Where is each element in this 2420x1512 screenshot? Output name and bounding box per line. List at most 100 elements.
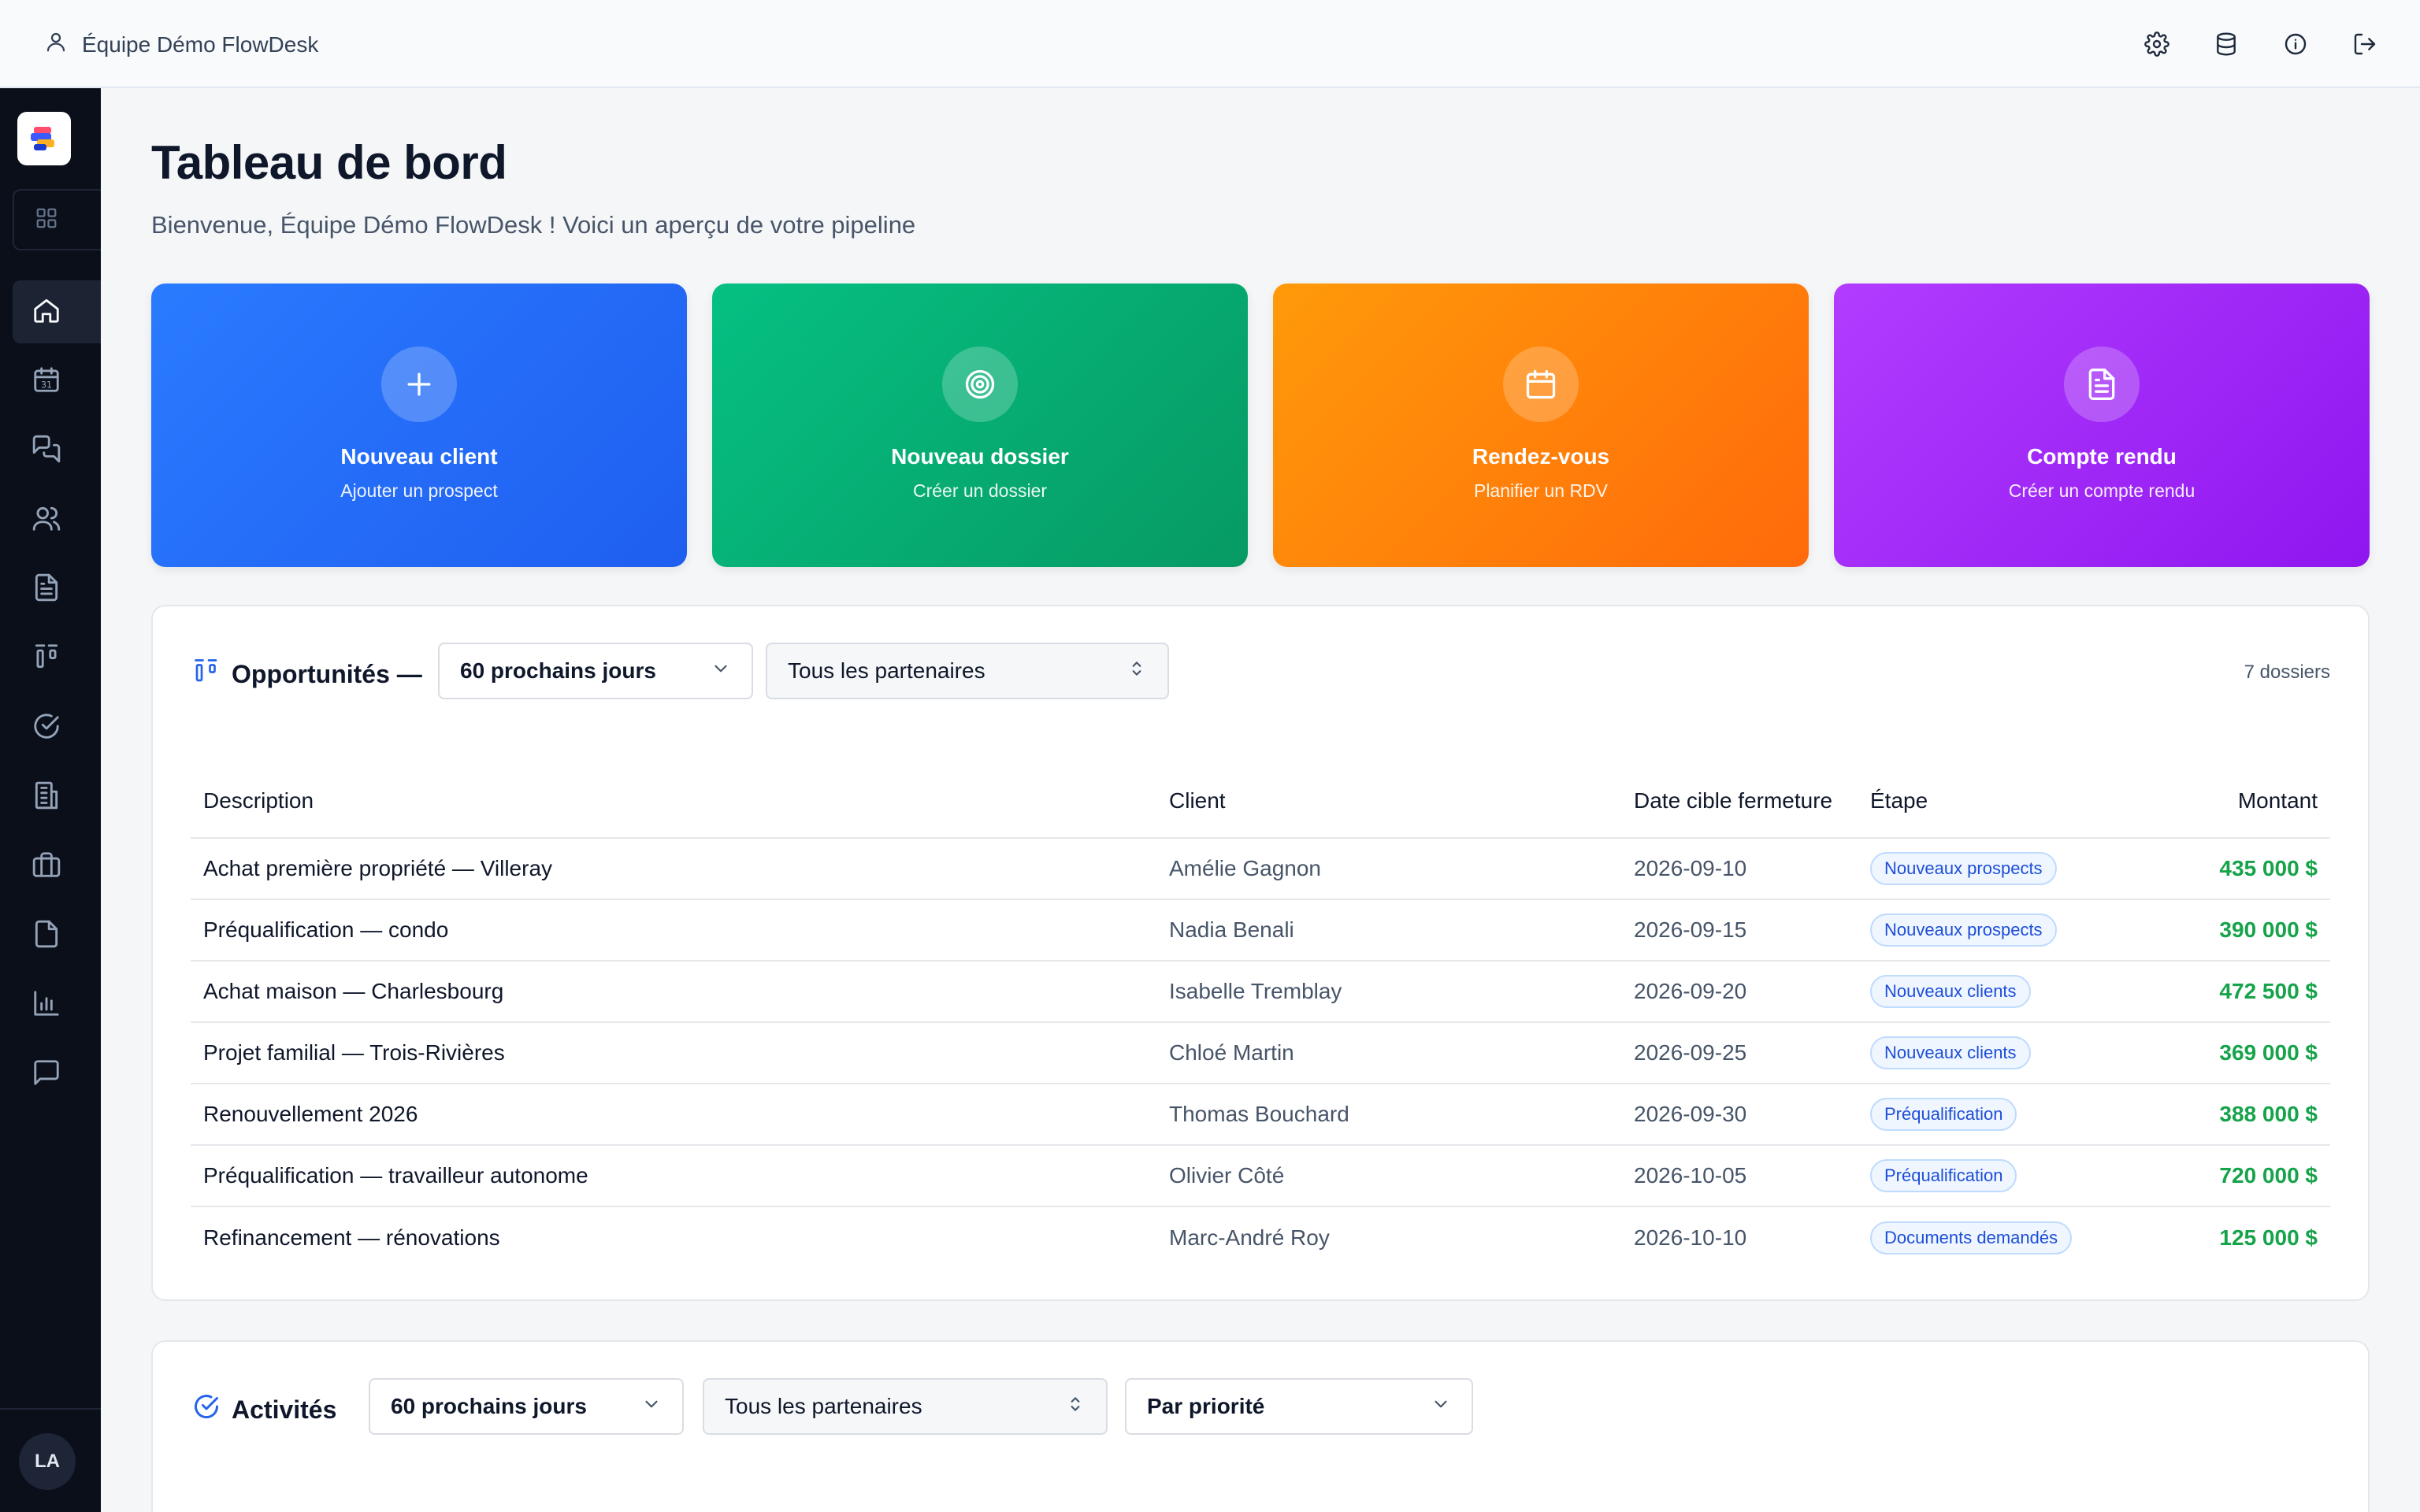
apps-grid-button[interactable] <box>13 189 101 250</box>
app-logo[interactable] <box>17 112 71 165</box>
nav-messages[interactable] <box>13 1043 101 1106</box>
date-cell: 2026-10-10 <box>1634 1225 1747 1250</box>
database-icon[interactable] <box>2207 25 2245 63</box>
column-header[interactable]: Montant <box>2157 764 2330 839</box>
bar-chart-icon <box>32 988 61 1022</box>
briefcase-icon <box>32 850 61 884</box>
table-row[interactable]: Renouvellement 2026 Thomas Bouchard 2026… <box>191 1084 2330 1146</box>
sidebar: 31 LA <box>0 88 101 1512</box>
chat-icon <box>32 434 61 468</box>
nav-conversations[interactable] <box>13 419 101 482</box>
dossier-count: 7 dossiers <box>2244 662 2330 683</box>
description-cell: Achat première propriété — Villeray <box>191 838 1156 900</box>
opportunities-period-select[interactable]: 60 prochains jours <box>438 643 753 699</box>
table-row[interactable]: Projet familial — Trois-Rivières Chloé M… <box>191 1022 2330 1084</box>
nav-partners[interactable] <box>13 765 101 828</box>
amount-cell: 720 000 $ <box>2157 1145 2330 1207</box>
stage-badge: Nouveaux clients <box>1870 975 2031 1008</box>
new-client-card[interactable]: Nouveau client Ajouter un prospect <box>151 284 687 567</box>
gear-icon[interactable] <box>2138 25 2176 63</box>
calendar-icon <box>1503 346 1579 422</box>
chevron-up-down-icon <box>1065 1394 1086 1420</box>
table-row[interactable]: Achat maison — Charlesbourg Isabelle Tre… <box>191 961 2330 1023</box>
calendar-icon: 31 <box>32 365 61 398</box>
table-row[interactable]: Achat première propriété — Villeray Amél… <box>191 838 2330 900</box>
date-cell: 2026-10-05 <box>1621 1145 1858 1207</box>
info-icon[interactable] <box>2277 25 2314 63</box>
nav-pipeline[interactable] <box>13 627 101 690</box>
building-icon <box>32 780 61 814</box>
column-header[interactable]: Description <box>191 764 1156 839</box>
amount-cell: 435 000 $ <box>2157 838 2330 900</box>
nav-clients[interactable] <box>13 488 101 551</box>
stage-badge: Préqualification <box>1870 1159 2017 1192</box>
logout-icon[interactable] <box>2346 25 2384 63</box>
kanban-icon <box>192 657 221 691</box>
date-cell: 2026-09-10 <box>1621 838 1858 900</box>
table-row[interactable]: Refinancement — rénovations Marc-André R… <box>191 1206 2330 1268</box>
column-header[interactable]: Date cible fermeture <box>1621 764 1858 839</box>
team-indicator[interactable]: Équipe Démo FlowDesk <box>44 30 318 59</box>
plus-icon <box>381 346 457 422</box>
client-cell: Amélie Gagnon <box>1156 838 1621 900</box>
amount-cell: 390 000 $ <box>2157 899 2330 962</box>
target-icon <box>942 346 1018 422</box>
description-cell: Préqualification — condo <box>191 899 1156 962</box>
opportunities-partners-select[interactable]: Tous les partenaires <box>766 643 1169 699</box>
card-subtitle: Créer un dossier <box>912 480 1048 501</box>
stage-cell: Nouveaux prospects <box>1858 838 2157 900</box>
page-title: Tableau de bord <box>151 136 507 189</box>
card-title: Rendez-vous <box>1472 444 1610 469</box>
select-value: Tous les partenaires <box>788 658 985 683</box>
nav-calendar[interactable]: 31 <box>13 350 101 413</box>
activities-title: Activités <box>232 1395 337 1424</box>
stage-cell: Documents demandés <box>1858 1206 2157 1268</box>
column-header[interactable]: Client <box>1156 764 1621 839</box>
kanban-icon <box>32 642 61 676</box>
client-cell: Marc-André Roy <box>1169 1225 1330 1250</box>
nav-notes[interactable] <box>13 904 101 967</box>
stage-cell: Nouveaux clients <box>1858 1022 2157 1084</box>
select-value: 60 prochains jours <box>460 658 656 683</box>
users-icon <box>32 503 61 537</box>
date-cell: 2026-09-25 <box>1621 1022 1858 1084</box>
activities-sort-select[interactable]: Par priorité <box>1125 1378 1473 1435</box>
nav-documents[interactable] <box>13 558 101 621</box>
date-cell: 2026-09-30 <box>1621 1084 1858 1146</box>
sidebar-footer: LA <box>0 1408 101 1512</box>
nav-portfolio[interactable] <box>13 835 101 898</box>
stage-cell: Nouveaux clients <box>1858 961 2157 1023</box>
avatar[interactable]: LA <box>19 1433 76 1490</box>
message-icon <box>32 1058 61 1091</box>
stage-badge: Nouveaux clients <box>1870 1036 2031 1069</box>
table-row[interactable]: Préqualification — condo Nadia Benali 20… <box>191 899 2330 962</box>
activities-period-select[interactable]: 60 prochains jours <box>369 1378 684 1435</box>
date-cell: 2026-09-15 <box>1621 899 1858 962</box>
card-title: Nouveau client <box>340 444 498 469</box>
client-cell: Chloé Martin <box>1156 1022 1621 1084</box>
stage-badge: Nouveaux prospects <box>1870 852 2057 885</box>
stage-badge: Nouveaux prospects <box>1870 914 2057 947</box>
card-subtitle: Créer un compte rendu <box>2008 480 2195 501</box>
appointment-card[interactable]: Rendez-vous Planifier un RDV <box>1273 284 1809 567</box>
table-row[interactable]: Préqualification — travailleur autonome … <box>191 1145 2330 1207</box>
top-bar: Équipe Démo FlowDesk <box>0 0 2420 88</box>
report-card[interactable]: Compte rendu Créer un compte rendu <box>1834 284 2370 567</box>
nav-home[interactable] <box>13 280 101 343</box>
activities-partners-select[interactable]: Tous les partenaires <box>703 1378 1108 1435</box>
stage-badge: Préqualification <box>1870 1098 2017 1131</box>
client-cell: Olivier Côté <box>1156 1145 1621 1207</box>
activities-panel: Activités 60 prochains jours Tous les pa… <box>151 1340 2370 1512</box>
check-circle-icon <box>192 1392 221 1427</box>
new-file-card[interactable]: Nouveau dossier Créer un dossier <box>712 284 1248 567</box>
stage-badge: Documents demandés <box>1870 1221 2073 1254</box>
description-cell: Refinancement — rénovations <box>203 1225 500 1250</box>
card-subtitle: Ajouter un prospect <box>340 480 498 501</box>
stage-cell: Nouveaux prospects <box>1858 899 2157 962</box>
client-cell: Nadia Benali <box>1156 899 1621 962</box>
nav-reports[interactable] <box>13 973 101 1036</box>
nav-tasks[interactable] <box>13 696 101 759</box>
opportunities-panel: Opportunités — 60 prochains jours Tous l… <box>151 605 2370 1301</box>
team-name: Équipe Démo FlowDesk <box>82 32 319 57</box>
column-header[interactable]: Étape <box>1858 764 2157 839</box>
